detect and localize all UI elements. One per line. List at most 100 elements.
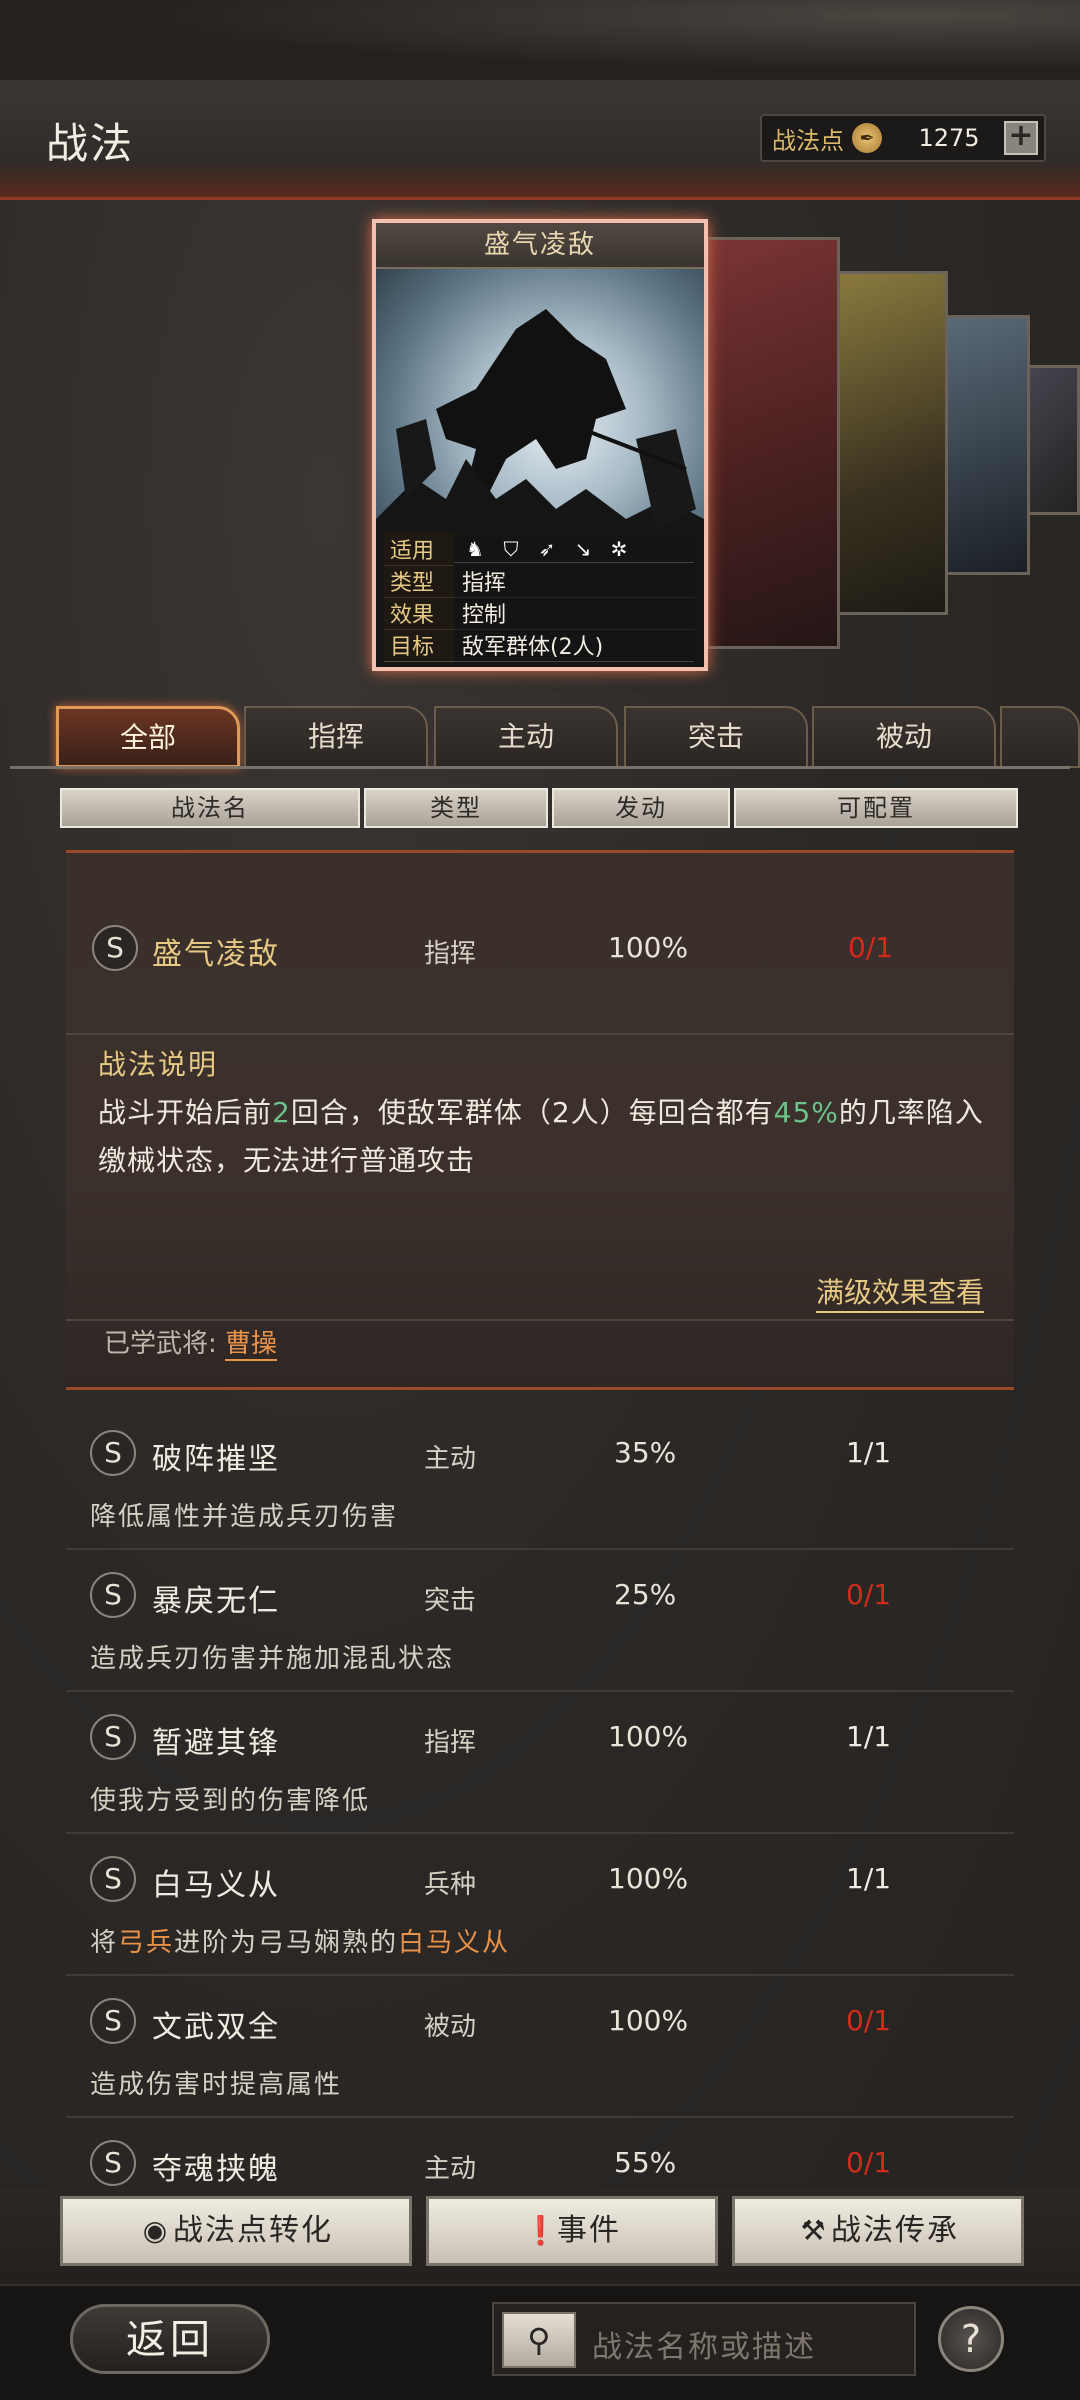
desc-number: 45%: [773, 1096, 839, 1129]
tactic-list-item[interactable]: S 破阵摧坚 主动 35% 1/1 降低属性并造成兵刃伤害: [66, 1410, 1014, 1550]
tactic-points-value: 1275: [918, 124, 980, 152]
convert-points-button[interactable]: ◉ 战法点转化: [60, 2196, 412, 2266]
back-button[interactable]: 返回: [70, 2304, 270, 2374]
search-icon[interactable]: ⚲: [502, 2312, 576, 2368]
card-info-value: 控制: [454, 596, 694, 630]
divider: [66, 1033, 1014, 1035]
hammer-icon: ⚒: [800, 2214, 828, 2247]
grade-badge: S: [90, 1430, 136, 1476]
tactic-list-item[interactable]: S 暂避其锋 指挥 100% 1/1 使我方受到的伤害降低: [66, 1694, 1014, 1834]
card-info-row: 类型 指挥: [384, 564, 694, 598]
events-button[interactable]: ❗事件: [426, 2196, 718, 2266]
troop-type-icons: ♞ ⛉ ➶ ↘ ✲: [454, 535, 694, 563]
tactic-description: 战斗开始后前2回合，使敌军群体（2人）每回合都有45%的几率陷入缴械状态，无法进…: [98, 1089, 988, 1185]
desc-text: 战斗开始后前: [98, 1096, 273, 1129]
tab-more[interactable]: [1000, 706, 1080, 768]
help-button[interactable]: ?: [938, 2306, 1004, 2372]
spear-icon: ↘: [574, 536, 592, 561]
search-box[interactable]: ⚲ 战法名称或描述: [492, 2302, 916, 2376]
tab-active[interactable]: 主动: [434, 706, 618, 768]
tactic-type: 被动: [424, 2012, 477, 2042]
cavalry-icon: ♞: [466, 536, 484, 561]
column-name-header[interactable]: 战法名: [60, 788, 360, 828]
background-card[interactable]: [944, 315, 1030, 575]
tactic-points-display: 战法点 ✒ 1275 +: [760, 114, 1046, 162]
column-rate-header[interactable]: 发动: [552, 788, 730, 828]
column-type-header[interactable]: 类型: [364, 788, 548, 828]
tab-divider: [10, 766, 1070, 769]
tactic-card-carousel[interactable]: 盛气凌敌 适用 ♞ ⛉ ➶ ↘ ✲ 类型 指挥 效果 控制 目标 敌军群体(2人…: [0, 215, 1080, 675]
tactic-config: 1/1: [846, 1720, 892, 1753]
tactic-name: 暂避其锋: [152, 1726, 280, 1761]
tactic-config: 0/1: [846, 1578, 892, 1611]
tactic-name: 破阵摧坚: [152, 1442, 280, 1477]
desc-text: 将: [90, 1928, 119, 1958]
max-level-effect-link[interactable]: 满级效果查看: [815, 1271, 984, 1313]
column-config-header[interactable]: 可配置: [734, 788, 1018, 828]
desc-text: 进阶为弓马娴熟的: [174, 1928, 399, 1958]
tab-passive[interactable]: 被动: [812, 706, 996, 768]
tab-assault[interactable]: 突击: [624, 706, 808, 768]
learned-label: 已学武将:: [104, 1329, 217, 1359]
tactic-type: 指挥: [424, 1728, 477, 1758]
tactic-short-desc: 降低属性并造成兵刃伤害: [90, 1502, 399, 1532]
tactic-short-desc: 造成兵刃伤害并施加混乱状态: [90, 1644, 455, 1674]
card-info-row: 目标 敌军群体(2人): [384, 628, 694, 662]
background-card[interactable]: [706, 237, 840, 649]
grade-badge: S: [90, 1714, 136, 1760]
tactic-name: 盛气凌敌: [152, 937, 280, 972]
tactic-short-desc: 将弓兵进阶为弓马娴熟的白马义从: [90, 1922, 510, 1959]
tactic-name: 白马义从: [152, 1868, 280, 1903]
button-label: 战法点转化: [173, 2213, 333, 2248]
tactic-config: 1/1: [846, 1436, 892, 1469]
feather-coin-icon: ✒: [852, 123, 882, 153]
expanded-tactic-entry[interactable]: S 盛气凌敌 指挥 100% 0/1 战法说明 战斗开始后前2回合，使敌军群体（…: [66, 850, 1014, 1390]
desc-number: 2: [272, 1096, 291, 1129]
grade-badge: S: [90, 1572, 136, 1618]
tactic-list-item[interactable]: S 文武双全 被动 100% 0/1 造成伤害时提高属性: [66, 1978, 1014, 2118]
desc-text: 回合，使敌军群体（2人）每回合都有: [290, 1096, 774, 1129]
selected-tactic-card[interactable]: 盛气凌敌 适用 ♞ ⛉ ➶ ↘ ✲ 类型 指挥 效果 控制 目标 敌军群体(2人…: [372, 219, 708, 671]
tactic-short-desc: 使我方受到的伤害降低: [90, 1786, 371, 1816]
tactic-config: 0/1: [848, 931, 894, 964]
tab-command[interactable]: 指挥: [244, 706, 428, 768]
button-label: 战法传承: [831, 2213, 959, 2248]
tactic-config: 0/1: [846, 2004, 892, 2037]
card-info-value: 指挥: [454, 564, 694, 598]
tactic-name: 文武双全: [152, 2010, 280, 2045]
description-title: 战法说明: [98, 1048, 219, 1081]
tactic-list-item[interactable]: S 白马义从 兵种 100% 1/1 将弓兵进阶为弓马娴熟的白马义从: [66, 1836, 1014, 1976]
tactic-rate: 25%: [614, 1578, 677, 1611]
flame-icon: ◉: [142, 2214, 170, 2247]
learned-general-link[interactable]: 曹操: [225, 1329, 278, 1361]
tactic-rate: 100%: [608, 1720, 689, 1753]
grade-badge: S: [90, 2140, 136, 2186]
page-title: 战法: [46, 119, 135, 168]
tactic-type: 突击: [424, 1586, 477, 1616]
grade-badge: S: [90, 1856, 136, 1902]
card-title: 盛气凌敌: [376, 223, 704, 269]
tactic-list-item[interactable]: S 暴戾无仁 突击 25% 0/1 造成兵刃伤害并施加混乱状态: [66, 1552, 1014, 1692]
search-placeholder[interactable]: 战法名称或描述: [592, 2322, 816, 2366]
desc-highlight: 白马义从: [398, 1928, 511, 1958]
background-card[interactable]: [836, 271, 948, 615]
tactic-rate: 35%: [614, 1436, 677, 1469]
tactic-rate: 100%: [608, 1862, 689, 1895]
card-info-key: 目标: [384, 628, 454, 662]
tab-all[interactable]: 全部: [56, 706, 240, 768]
tactic-config: 1/1: [846, 1862, 892, 1895]
card-info-panel: 适用 ♞ ⛉ ➶ ↘ ✲ 类型 指挥 效果 控制 目标 敌军群体(2人): [384, 532, 694, 662]
tactic-short-desc: 造成伤害时提高属性: [90, 2070, 343, 2100]
desc-highlight: 弓兵: [118, 1928, 175, 1958]
add-points-button[interactable]: +: [1004, 121, 1038, 155]
tactic-rate: 100%: [608, 2004, 689, 2037]
alert-scroll-icon: ❗: [523, 2214, 560, 2247]
tactic-type: 主动: [424, 1444, 477, 1474]
tactic-list-item[interactable]: S 夺魂挟魄 主动 55% 0/1: [66, 2120, 1014, 2188]
card-info-row: 效果 控制: [384, 596, 694, 630]
card-info-key: 适用: [384, 532, 454, 566]
tactic-rate: 55%: [614, 2146, 677, 2179]
footer: 返回 ⚲ 战法名称或描述 ?: [0, 2284, 1080, 2400]
inherit-tactic-button[interactable]: ⚒ 战法传承: [732, 2196, 1024, 2266]
tactic-name: 夺魂挟魄: [152, 2152, 280, 2187]
